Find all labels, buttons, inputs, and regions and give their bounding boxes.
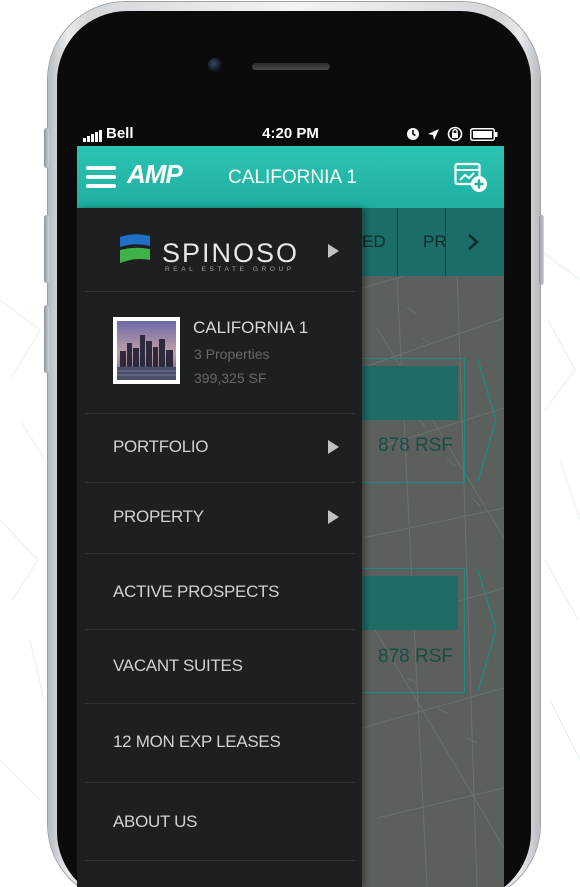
tab-partial-pr[interactable]: PR <box>423 208 453 276</box>
portfolio-area: 399,325 SF <box>194 370 267 386</box>
phone-screen: Bell 4:20 PM AMP CALIFORNIA 1 ED PR 878 … <box>77 121 504 887</box>
status-bar: Bell 4:20 PM <box>77 121 504 146</box>
property-card-header <box>357 576 458 630</box>
menu-item-label: PROPERTY <box>113 507 204 526</box>
brand-arrow-icon <box>328 244 339 258</box>
drawer-brand-row[interactable]: SPINOSO REAL ESTATE GROUP <box>85 208 355 292</box>
menu-item-label: PORTFOLIO <box>113 437 209 456</box>
property-card-rsf: 878 RSF <box>378 646 453 667</box>
tabs-scroll-right-icon[interactable] <box>467 234 481 250</box>
alarm-clock-icon <box>407 128 419 140</box>
earpiece-speaker <box>252 63 330 70</box>
rotation-lock-icon <box>447 126 463 142</box>
brand-tagline: REAL ESTATE GROUP <box>165 266 295 273</box>
volume-down-button <box>44 305 49 373</box>
menu-item-active-prospects[interactable]: ACTIVE PROSPECTS <box>85 554 355 630</box>
menu-item-label: ABOUT US <box>113 812 198 831</box>
mute-switch <box>44 128 49 168</box>
navigation-drawer: SPINOSO REAL ESTATE GROUP CALIFORNIA 1 3… <box>77 208 362 887</box>
add-property-icon[interactable] <box>454 161 488 193</box>
property-card-rsf: 878 RSF <box>378 435 453 456</box>
brand-name: SPINOSO <box>162 238 300 268</box>
drawer-portfolio-row[interactable]: CALIFORNIA 1 3 Properties 399,325 SF <box>85 292 355 414</box>
property-card-header <box>357 366 458 420</box>
card-next-chevron-icon[interactable] <box>476 568 498 693</box>
menu-item-12-mon-exp-leases[interactable]: 12 MON EXP LEASES <box>85 704 355 783</box>
menu-item-about-us[interactable]: ABOUT US <box>85 783 355 861</box>
city-skyline-image <box>117 321 176 380</box>
menu-item-label: 12 MON EXP LEASES <box>113 732 281 751</box>
spinoso-logo-icon <box>120 234 150 263</box>
app-logo: AMP <box>127 159 183 189</box>
portfolio-thumbnail <box>113 317 180 384</box>
menu-item-portfolio[interactable]: PORTFOLIO <box>85 414 355 483</box>
portfolio-property-count: 3 Properties <box>194 346 270 362</box>
front-camera <box>208 58 222 72</box>
volume-up-button <box>44 215 49 283</box>
menu-icon[interactable] <box>86 166 116 188</box>
portfolio-name: CALIFORNIA 1 <box>193 318 309 337</box>
location-arrow-icon <box>428 128 439 140</box>
submenu-arrow-icon <box>328 510 339 524</box>
submenu-arrow-icon <box>328 440 339 454</box>
tab-partial-ed[interactable]: ED <box>362 208 392 276</box>
app-header: AMP CALIFORNIA 1 <box>77 146 504 208</box>
menu-item-label: VACANT SUITES <box>113 656 243 675</box>
menu-item-label: ACTIVE PROSPECTS <box>113 582 280 601</box>
card-next-chevron-icon[interactable] <box>476 358 498 483</box>
page-title: CALIFORNIA 1 <box>228 167 357 188</box>
menu-item-vacant-suites[interactable]: VACANT SUITES <box>85 630 355 704</box>
status-icons <box>406 126 498 142</box>
battery-icon <box>470 127 498 141</box>
power-button <box>539 215 544 285</box>
menu-item-property[interactable]: PROPERTY <box>85 483 355 554</box>
